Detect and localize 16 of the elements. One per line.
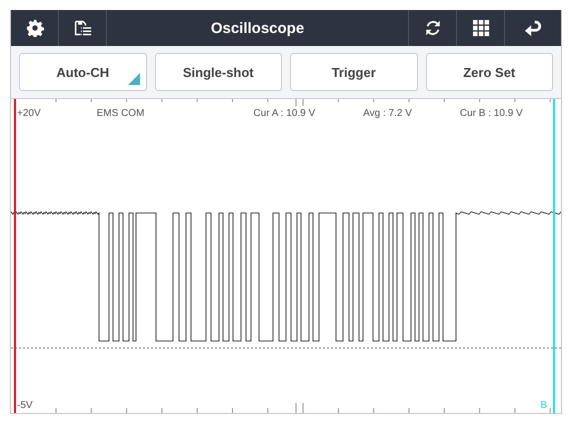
range-label: +20V xyxy=(17,108,41,119)
toolbar-button[interactable]: Zero Set xyxy=(426,53,553,91)
save-list-icon xyxy=(74,19,92,37)
range-label: -5V xyxy=(17,400,33,411)
reading-label: Cur A : 10.9 V xyxy=(253,108,316,119)
cursor-label: B xyxy=(540,400,547,411)
settings-icon xyxy=(26,19,44,37)
channel-label: EMS COM xyxy=(96,108,144,119)
dropdown-button[interactable]: Auto-CH xyxy=(19,53,146,91)
toolbar-button[interactable]: Trigger xyxy=(290,53,418,91)
refresh-icon xyxy=(424,19,442,37)
reading-label: Cur B : 10.9 V xyxy=(460,108,523,119)
grid-icon xyxy=(472,19,490,37)
return-icon xyxy=(524,19,542,37)
reading-label: Avg : 7.2 V xyxy=(363,108,412,119)
toolbar-button[interactable]: Single-shot xyxy=(154,53,282,91)
